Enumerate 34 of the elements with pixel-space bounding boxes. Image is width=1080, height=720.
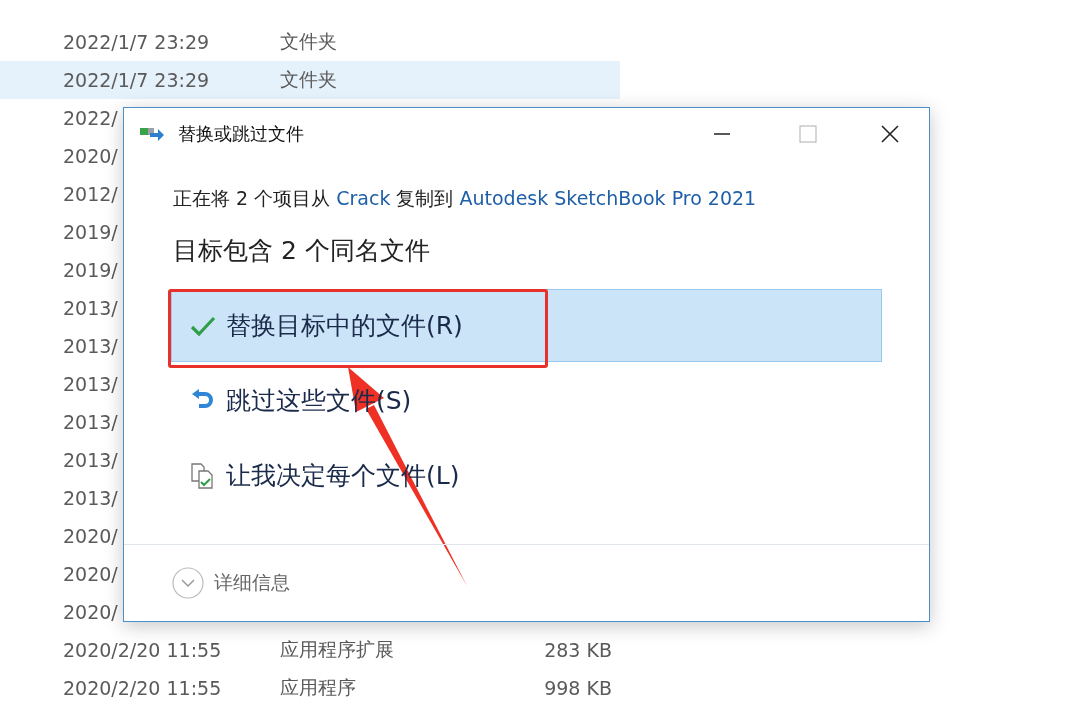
documents-icon <box>190 461 216 490</box>
date-cell: 2022/1/7 23:29 <box>63 69 210 91</box>
type-cell-text: 应用程序 <box>280 675 357 700</box>
file-row[interactable]: 2020/2/20 11:55 应用程序 998 KB <box>0 669 620 707</box>
minimize-icon <box>714 133 730 135</box>
copy-message: 正在将 2 个项目从 Crack 复制到 Autodesk SketchBook Pro 2021 <box>173 186 758 211</box>
date-cell: 2013/ <box>63 487 118 509</box>
date-cell: 2020/ <box>63 525 118 547</box>
destination-link[interactable]: Autodesk SketchBook Pro 2021 <box>459 187 757 209</box>
checkmark-icon <box>190 314 216 337</box>
type-cell-text: 应用程序扩展 <box>280 637 395 662</box>
details-toggle[interactable]: 详细信息 <box>172 567 290 599</box>
chevron-circle-icon <box>172 567 204 599</box>
option-button[interactable]: 替换目标中的文件(R) <box>171 289 882 362</box>
file-move-icon <box>140 126 166 142</box>
size-cell-text: 283 KB <box>543 639 612 661</box>
type-cell-text: 文件夹 <box>280 67 338 92</box>
source-link[interactable]: Crack <box>336 187 391 209</box>
date-cell: 2013/ <box>63 335 118 357</box>
type-cell-text: 文件夹 <box>280 29 338 54</box>
date-cell: 2020/2/20 11:55 <box>63 639 222 661</box>
maximize-icon <box>799 125 817 143</box>
file-row[interactable]: 2020/2/20 11:55 应用程序扩展 283 KB <box>0 631 620 669</box>
window-title: 替换或跳过文件 <box>178 122 304 146</box>
date-cell: 2020/ <box>63 145 118 167</box>
file-row[interactable]: 2022/1/7 23:29 文件夹 <box>0 23 620 61</box>
date-cell: 2022/1/7 23:29 <box>63 31 210 53</box>
date-cell: 2020/ <box>63 601 118 623</box>
close-icon <box>881 125 899 143</box>
date-cell: 2013/ <box>63 411 118 433</box>
size-cell-text: 998 KB <box>543 677 612 699</box>
date-cell: 2020/2/20 11:55 <box>63 677 222 699</box>
dialog-heading: 目标包含 2 个同名文件 <box>173 235 431 267</box>
file-row[interactable]: 2022/1/7 23:29 文件夹 <box>0 61 620 99</box>
